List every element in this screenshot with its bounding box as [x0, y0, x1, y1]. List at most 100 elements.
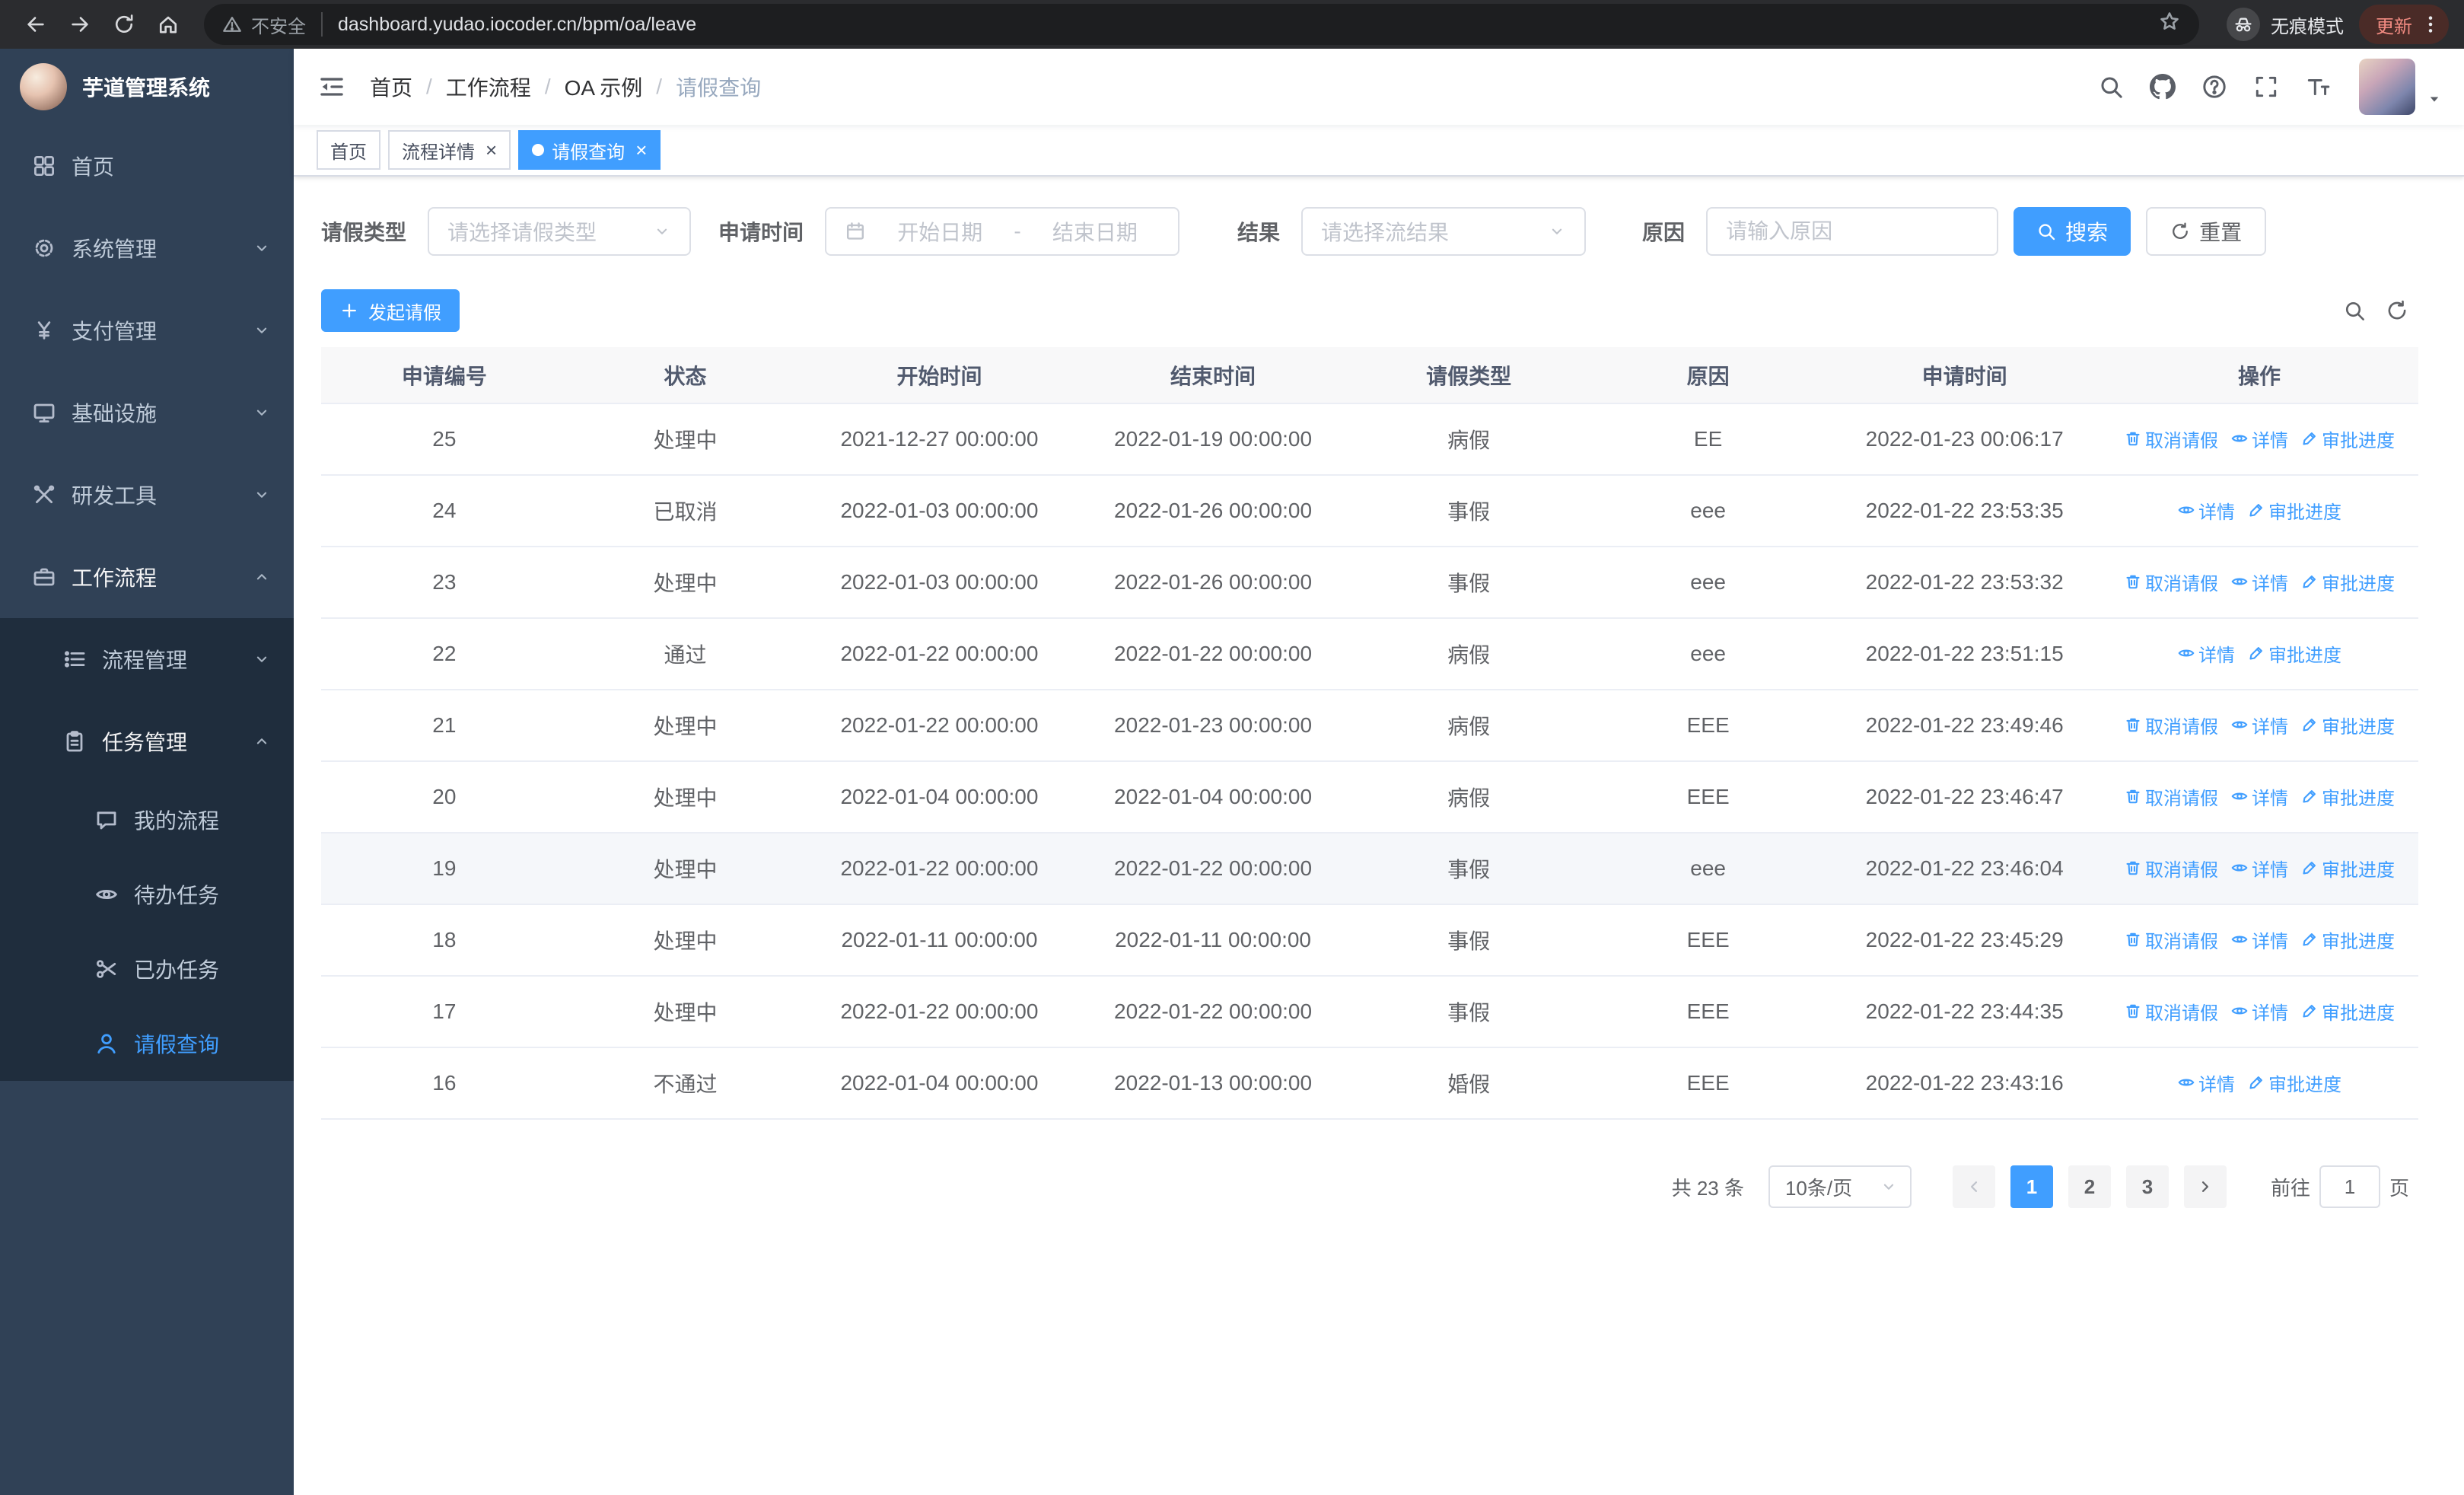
toggle-search-button[interactable] — [2333, 289, 2376, 332]
tab-process-detail[interactable]: 流程详情 × — [388, 130, 511, 170]
prev-page-button[interactable] — [1952, 1165, 1995, 1208]
user-avatar[interactable] — [2359, 59, 2415, 115]
table-cell: EE — [1587, 403, 1829, 476]
cancel-leave-link[interactable]: 取消请假 — [2124, 569, 2218, 595]
detail-link[interactable]: 详情 — [2230, 712, 2288, 738]
app-logo[interactable]: 芋道管理系统 — [0, 49, 294, 125]
refresh-table-button[interactable] — [2376, 289, 2418, 332]
github-button[interactable] — [2137, 49, 2189, 125]
approval-progress-link[interactable]: 审批进度 — [2300, 783, 2395, 810]
bookmark-star-button[interactable] — [2158, 10, 2181, 39]
search-button[interactable]: 搜索 — [2014, 207, 2131, 256]
cancel-leave-link[interactable]: 取消请假 — [2124, 855, 2218, 881]
table-cell: 事假 — [1350, 833, 1587, 905]
goto-page-input[interactable] — [2319, 1165, 2380, 1208]
kebab-menu-icon[interactable] — [2420, 14, 2441, 35]
sidebar-item-workflow[interactable]: 工作流程 — [0, 536, 294, 618]
total-count: 共 23 条 — [1671, 1176, 1744, 1200]
page-button[interactable]: 3 — [2125, 1165, 2169, 1208]
approval-progress-link[interactable]: 审批进度 — [2300, 712, 2395, 738]
chevron-down-icon — [1880, 1178, 1898, 1196]
detail-link[interactable]: 详情 — [2230, 855, 2288, 881]
browser-forward-button[interactable] — [59, 4, 100, 45]
reason-input[interactable] — [1706, 207, 1999, 256]
page-button[interactable]: 1 — [2010, 1165, 2053, 1208]
sidebar-item-todo-tasks[interactable]: 待办任务 — [0, 857, 294, 932]
table-cell: 2022-01-22 23:53:35 — [1829, 475, 2100, 547]
create-leave-button[interactable]: 发起请假 — [321, 289, 460, 332]
goto-label: 前往 — [2270, 1176, 2310, 1200]
table-cell: 2022-01-26 00:00:00 — [1075, 475, 1351, 547]
font-size-button[interactable] — [2292, 49, 2344, 125]
tab-label: 流程详情 — [402, 142, 475, 163]
row-actions: 取消请假 详情 审批进度 — [2099, 976, 2418, 1048]
address-bar[interactable]: 不安全 dashboard.yudao.iocoder.cn/bpm/oa/le… — [204, 4, 2199, 45]
page-button[interactable]: 2 — [2068, 1165, 2111, 1208]
table-cell: 17 — [321, 976, 568, 1048]
detail-link[interactable]: 详情 — [2177, 1069, 2235, 1096]
approval-progress-link[interactable]: 审批进度 — [2300, 998, 2395, 1025]
breadcrumb-item[interactable]: 首页 — [370, 72, 412, 102]
next-page-button[interactable] — [2183, 1165, 2227, 1208]
approval-progress-link[interactable]: 审批进度 — [2247, 497, 2341, 524]
sidebar-item-dev-tools[interactable]: 研发工具 — [0, 454, 294, 536]
security-chip[interactable]: 不安全 — [222, 12, 323, 37]
breadcrumb-item[interactable]: OA 示例 — [565, 72, 643, 102]
tab-home[interactable]: 首页 — [317, 130, 380, 170]
incognito-badge: 无痕模式 — [2227, 8, 2344, 41]
chevron-down-icon — [653, 222, 671, 241]
sidebar-item-done-tasks[interactable]: 已办任务 — [0, 932, 294, 1006]
detail-link[interactable]: 详情 — [2230, 426, 2288, 452]
cancel-leave-link[interactable]: 取消请假 — [2124, 783, 2218, 810]
approval-progress-link[interactable]: 审批进度 — [2247, 640, 2341, 667]
sidebar-item-home[interactable]: 首页 — [0, 125, 294, 207]
cancel-leave-link[interactable]: 取消请假 — [2124, 926, 2218, 953]
detail-link[interactable]: 详情 — [2177, 497, 2235, 524]
detail-link[interactable]: 详情 — [2177, 640, 2235, 667]
approval-progress-link[interactable]: 审批进度 — [2300, 855, 2395, 881]
edit-icon — [2300, 859, 2319, 877]
breadcrumb-item[interactable]: 工作流程 — [446, 72, 531, 102]
browser-home-button[interactable] — [148, 4, 189, 45]
cancel-leave-link[interactable]: 取消请假 — [2124, 426, 2218, 452]
table-cell: EEE — [1587, 690, 1829, 762]
detail-link[interactable]: 详情 — [2230, 783, 2288, 810]
sidebar-item-task-mgmt[interactable]: 任务管理 — [0, 700, 294, 783]
cancel-leave-link[interactable]: 取消请假 — [2124, 998, 2218, 1025]
header-search-button[interactable] — [2085, 49, 2137, 125]
sidebar-item-leave-query[interactable]: 请假查询 — [0, 1006, 294, 1081]
browser-back-button[interactable] — [15, 4, 56, 45]
approval-progress-link[interactable]: 审批进度 — [2300, 926, 2395, 953]
close-icon[interactable]: × — [485, 140, 497, 160]
table-cell: 2022-01-22 23:46:47 — [1829, 761, 2100, 834]
sidebar-item-payment-mgmt[interactable]: 支付管理 — [0, 289, 294, 371]
leave-type-select[interactable]: 请选择请假类型 — [428, 207, 692, 256]
detail-link[interactable]: 详情 — [2230, 569, 2288, 595]
result-select[interactable]: 请选择流结果 — [1301, 207, 1587, 256]
approval-progress-link[interactable]: 审批进度 — [2247, 1069, 2341, 1096]
table-row: 20 处理中 2022-01-04 00:00:00 2022-01-04 00:00… — [321, 761, 2418, 834]
detail-link[interactable]: 详情 — [2230, 926, 2288, 953]
top-navbar: 首页 / 工作流程 / OA 示例 / 请假查询 — [294, 49, 2464, 125]
page-size-select[interactable]: 10条/页 — [1768, 1165, 1912, 1208]
help-button[interactable] — [2189, 49, 2240, 125]
cancel-leave-link[interactable]: 取消请假 — [2124, 712, 2218, 738]
apply-time-range-picker[interactable]: 开始日期 - 结束日期 — [825, 207, 1180, 256]
approval-progress-link[interactable]: 审批进度 — [2300, 426, 2395, 452]
table-row: 22 通过 2022-01-22 00:00:00 2022-01-22 00:00:… — [321, 618, 2418, 690]
browser-reload-button[interactable] — [103, 4, 145, 45]
reset-button[interactable]: 重置 — [2146, 207, 2267, 256]
detail-link[interactable]: 详情 — [2230, 998, 2288, 1025]
sidebar-item-infrastructure[interactable]: 基础设施 — [0, 371, 294, 454]
sidebar-item-system-mgmt[interactable]: 系统管理 — [0, 207, 294, 289]
approval-progress-link[interactable]: 审批进度 — [2300, 569, 2395, 595]
close-icon[interactable]: × — [635, 140, 647, 160]
sidebar-item-process-mgmt[interactable]: 流程管理 — [0, 618, 294, 700]
fullscreen-button[interactable] — [2240, 49, 2292, 125]
caret-down-icon[interactable] — [2426, 91, 2443, 107]
sidebar-item-my-process[interactable]: 我的流程 — [0, 783, 294, 857]
tab-leave-query[interactable]: 请假查询 × — [518, 130, 661, 170]
column-header: 原因 — [1587, 347, 1829, 404]
update-button[interactable]: 更新 — [2359, 5, 2449, 44]
sidebar-collapse-button[interactable] — [294, 49, 370, 125]
